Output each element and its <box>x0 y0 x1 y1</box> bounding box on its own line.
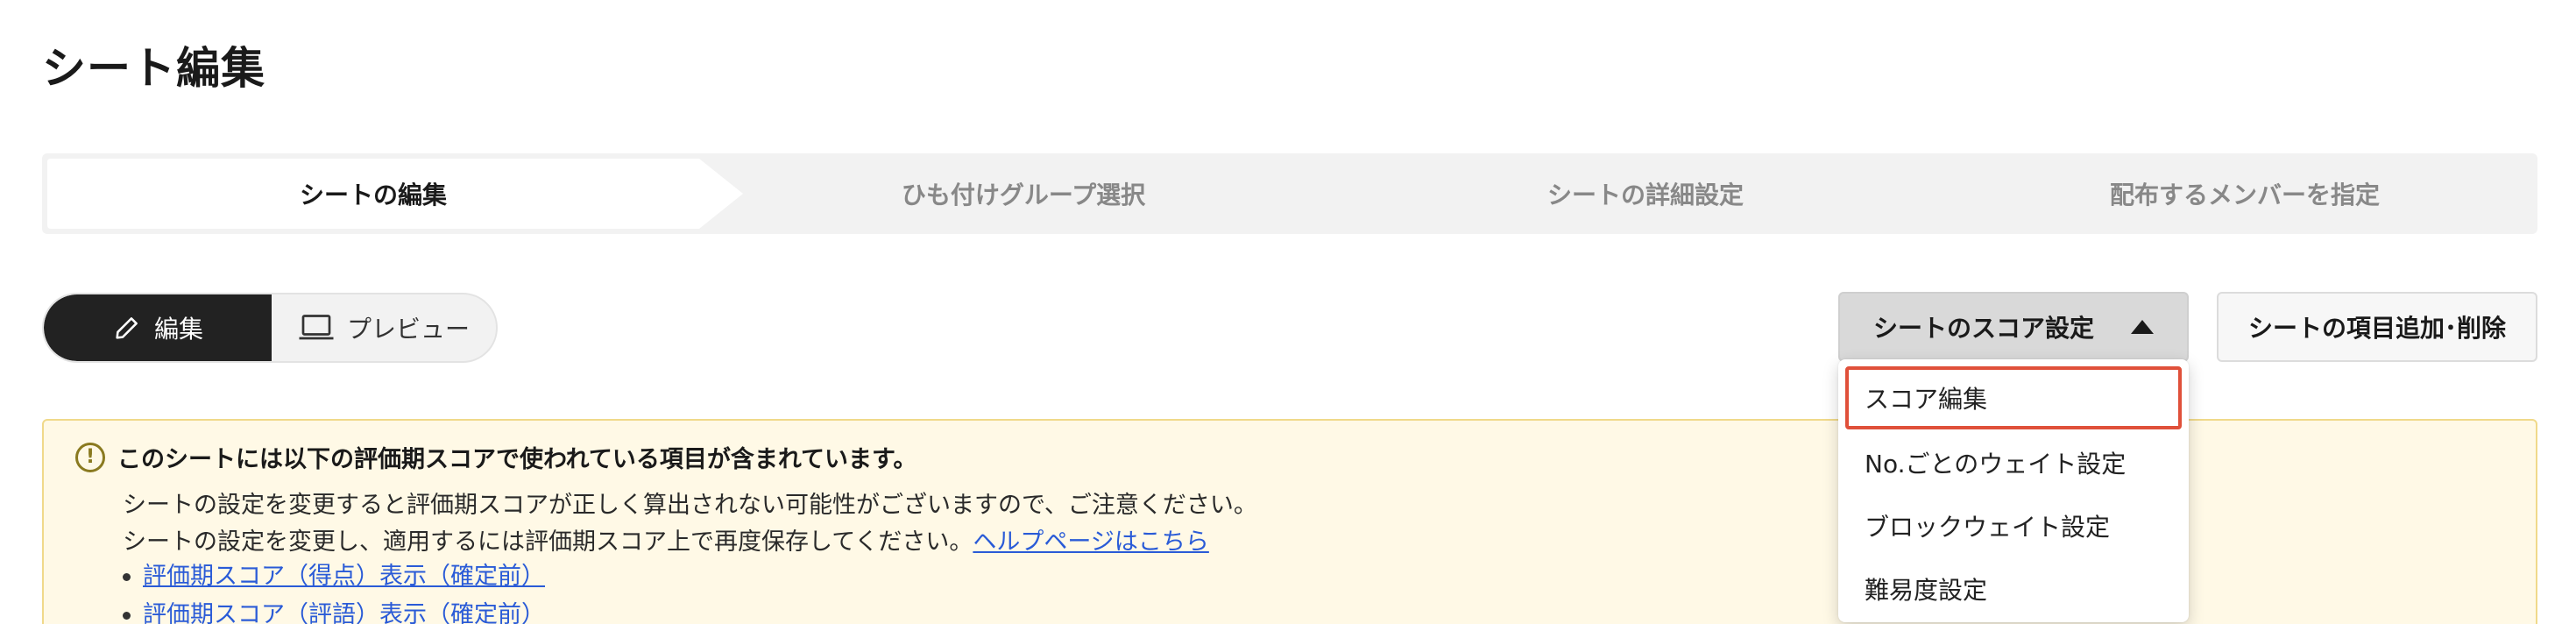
warning-heading-row: ! このシートには以下の評価期スコアで使われている項目が含まれています。 <box>75 440 916 474</box>
score-settings-button[interactable]: シートのスコア設定 <box>1838 292 2189 362</box>
dropdown-item-score-edit[interactable]: スコア編集 <box>1845 366 2182 429</box>
edit-mode-label: 編集 <box>153 315 203 344</box>
pencil-icon <box>112 313 142 343</box>
score-points-link[interactable]: 評価期スコア（得点）表示（確定前） <box>143 557 545 596</box>
warning-line-2-text: シートの設定を変更し、適用するには評価期スコア上で再度保存してください。 <box>123 528 973 556</box>
warning-heading: このシートには以下の評価期スコアで使われている項目が含まれています。 <box>117 446 917 473</box>
mode-toggle: 編集 プレビュー <box>42 293 498 363</box>
score-link-list: 評価期スコア（得点）表示（確定前） 評価期スコア（評語）表示（確定前） <box>123 557 545 624</box>
score-grade-link[interactable]: 評価期スコア（評語）表示（確定前） <box>143 596 545 624</box>
score-settings-dropdown: スコア編集 No.ごとのウェイト設定 ブロックウェイト設定 難易度設定 <box>1838 359 2189 622</box>
preview-mode-button[interactable]: プレビュー <box>272 294 496 361</box>
preview-mode-label: プレビュー <box>346 315 470 344</box>
edit-mode-button[interactable]: 編集 <box>44 294 272 361</box>
step-edit-sheet[interactable]: シートの編集 <box>47 153 699 234</box>
info-icon: ! <box>75 442 105 472</box>
laptop-icon <box>298 313 335 343</box>
dropdown-item-difficulty[interactable]: 難易度設定 <box>1845 557 2182 620</box>
warning-line-2: シートの設定を変更し、適用するには評価期スコア上で再度保存してください。ヘルプペ… <box>123 522 1209 557</box>
score-settings-label: シートのスコア設定 <box>1872 314 2094 343</box>
dropdown-item-block-weight[interactable]: ブロックウェイト設定 <box>1845 494 2182 557</box>
help-page-link[interactable]: ヘルプページはこちら <box>973 528 1208 556</box>
step-distribute-members[interactable]: 配布するメンバーを指定 <box>1952 153 2537 234</box>
list-item: 評価期スコア（評語）表示（確定前） <box>123 596 545 624</box>
step-group-select[interactable]: ひも付けグループ選択 <box>708 153 1339 234</box>
stepper: シートの編集 ひも付けグループ選択 シートの詳細設定 配布するメンバーを指定 <box>42 153 2537 234</box>
page-title: シート編集 <box>42 43 265 94</box>
caret-up-icon <box>2131 320 2154 334</box>
list-item: 評価期スコア（得点）表示（確定前） <box>123 557 545 596</box>
dropdown-item-weight-per-number[interactable]: No.ごとのウェイト設定 <box>1845 431 2182 494</box>
add-remove-items-button[interactable]: シートの項目追加･削除 <box>2217 292 2537 362</box>
step-detail-settings[interactable]: シートの詳細設定 <box>1339 153 1952 234</box>
warning-line-1: シートの設定を変更すると評価期スコアが正しく算出されない可能性がございますので、… <box>123 492 1257 519</box>
